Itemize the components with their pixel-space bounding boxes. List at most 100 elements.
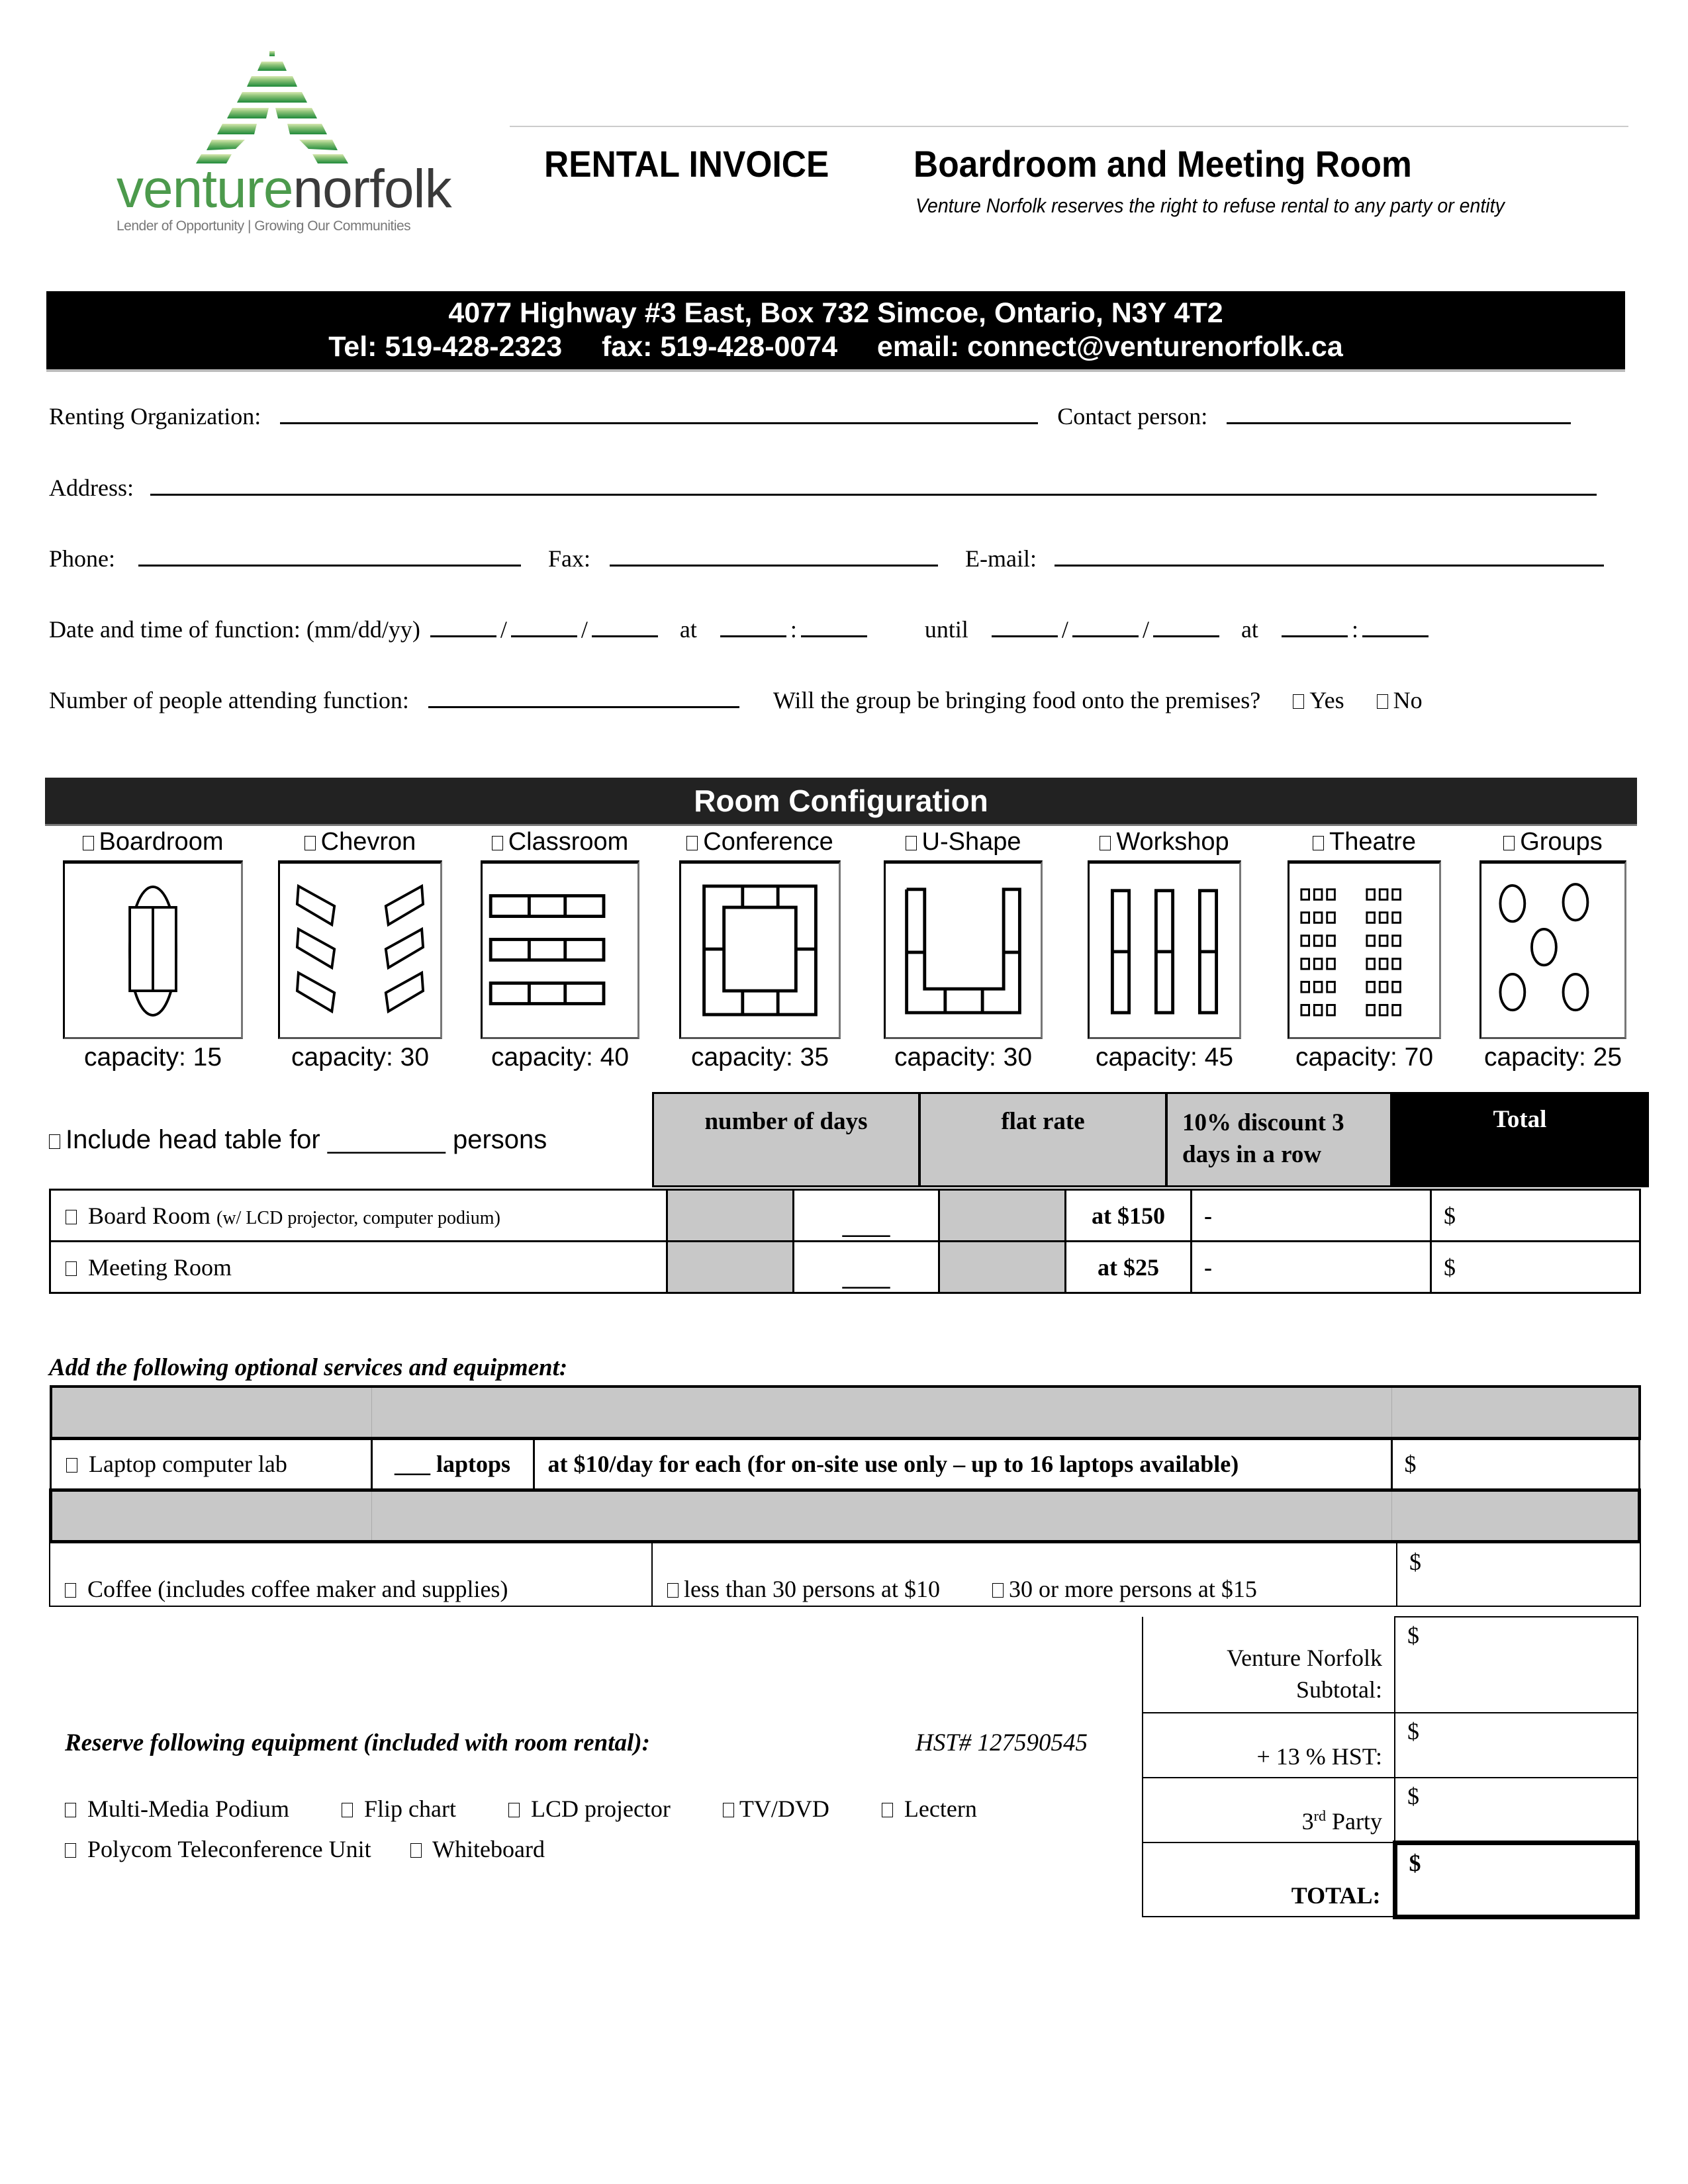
days-field[interactable]: ____: [792, 1240, 940, 1294]
rate-value: at $25: [1064, 1240, 1192, 1294]
end-minute-field[interactable]: [1362, 615, 1429, 637]
start-day-field[interactable]: [510, 615, 577, 637]
layout-option-theatre[interactable]: Theatre capacity: 70: [1288, 827, 1441, 1072]
theatre-seat-icon: [1326, 958, 1336, 970]
layout-option-workshop[interactable]: Workshop capacity: 45: [1088, 827, 1241, 1072]
start-year-field[interactable]: [591, 615, 658, 637]
equipment-checkbox[interactable]: [342, 1803, 353, 1817]
equipment-option[interactable]: Whiteboard: [410, 1836, 545, 1862]
email-field[interactable]: [1055, 545, 1604, 567]
equipment-checkbox[interactable]: [722, 1803, 734, 1817]
layout-capacity: capacity: 30: [291, 1043, 430, 1071]
food-yes-option[interactable]: Yes: [1293, 687, 1344, 713]
food-no-option[interactable]: No: [1376, 687, 1423, 713]
end-hour-field[interactable]: [1281, 615, 1348, 637]
coffee-small-checkbox[interactable]: [667, 1583, 679, 1598]
rental-table: Board Room (w/ LCD projector, computer p…: [49, 1189, 1641, 1294]
services-title: Add the following optional services and …: [49, 1354, 568, 1381]
fax-field[interactable]: [610, 545, 939, 567]
theatre-seat-icon: [1300, 958, 1311, 970]
layout-option-chevron[interactable]: Chevron capacity: 30: [278, 827, 442, 1072]
food-yes-checkbox[interactable]: [1293, 694, 1305, 709]
column-header-flat-rate: flat rate: [919, 1092, 1167, 1187]
attending-field[interactable]: [428, 686, 739, 708]
layout-label: Chevron: [320, 828, 416, 856]
end-year-field[interactable]: [1152, 615, 1219, 637]
layout-option-groups[interactable]: Groups capacity: 25: [1479, 827, 1626, 1072]
laptop-option[interactable]: Laptop computer lab: [50, 1436, 373, 1491]
layout-checkbox[interactable]: [1503, 836, 1515, 850]
address-field[interactable]: [150, 474, 1597, 496]
layout-capacity: capacity: 70: [1295, 1043, 1434, 1071]
head-table-option[interactable]: Include head table for ________ persons: [49, 1125, 547, 1155]
meeting-room-checkbox[interactable]: [66, 1261, 77, 1276]
layout-option-classroom[interactable]: Classroom capacity: 40: [481, 827, 639, 1072]
head-table-checkbox[interactable]: [49, 1134, 60, 1149]
equipment-option[interactable]: Flip chart: [342, 1796, 456, 1822]
phone-field[interactable]: [138, 545, 522, 567]
start-minute-field[interactable]: [800, 615, 867, 637]
laptop-total-field[interactable]: $: [1390, 1436, 1640, 1491]
row-total-field[interactable]: $: [1430, 1189, 1641, 1242]
board-room-checkbox[interactable]: [66, 1209, 77, 1224]
contact-address: 4077 Highway #3 East, Box 732 Simcoe, On…: [448, 297, 1223, 329]
contact-person-field[interactable]: [1227, 402, 1571, 424]
shaded-cell: [371, 1385, 1392, 1439]
equipment-checkbox[interactable]: [65, 1803, 76, 1817]
grand-total-field[interactable]: $: [1392, 1840, 1640, 1919]
laptop-row: Laptop computer lab ___ laptops at $10/d…: [50, 1436, 1640, 1491]
renting-org-field[interactable]: [280, 402, 1039, 424]
coffee-large-option[interactable]: 30 or more persons at $15: [992, 1576, 1257, 1602]
equipment-checkbox[interactable]: [410, 1843, 422, 1858]
theatre-seat-icon: [1391, 934, 1401, 947]
start-month-field[interactable]: [430, 615, 496, 637]
laptop-checkbox[interactable]: [66, 1458, 77, 1473]
shaded-cell: [1391, 1488, 1641, 1543]
layout-checkbox[interactable]: [1313, 836, 1325, 850]
start-hour-field[interactable]: [720, 615, 786, 637]
theatre-seat-icon: [1300, 911, 1311, 924]
subtotal-field[interactable]: $: [1394, 1616, 1638, 1713]
layout-checkbox[interactable]: [905, 836, 917, 850]
theatre-seat-icon: [1300, 934, 1311, 947]
layout-option-u-shape[interactable]: U-Shape capacity: 30: [884, 827, 1043, 1072]
coffee-large-checkbox[interactable]: [992, 1583, 1004, 1598]
layout-checkbox[interactable]: [82, 836, 94, 850]
coffee-total-field[interactable]: $: [1396, 1540, 1641, 1607]
end-at-label: at: [1241, 616, 1258, 643]
theatre-layout-icon: [1288, 860, 1441, 1039]
discount-value: -: [1190, 1189, 1432, 1242]
equipment-checkbox[interactable]: [508, 1803, 520, 1817]
coffee-checkbox[interactable]: [65, 1583, 76, 1598]
layout-checkbox[interactable]: [304, 836, 316, 850]
coffee-small-option[interactable]: less than 30 persons at $10: [667, 1576, 940, 1602]
layout-option-conference[interactable]: Conference capacity: 35: [679, 827, 841, 1072]
equipment-checkbox[interactable]: [65, 1843, 76, 1858]
equipment-option[interactable]: Multi-Media Podium: [65, 1796, 289, 1822]
laptop-qty-field[interactable]: ___ laptops: [370, 1436, 535, 1491]
equipment-option[interactable]: Lectern: [881, 1796, 977, 1822]
equipment-option[interactable]: TV/DVD: [722, 1796, 829, 1822]
rate-shaded: [938, 1189, 1066, 1242]
food-no-checkbox[interactable]: [1376, 694, 1388, 709]
end-month-field[interactable]: [991, 615, 1058, 637]
head-table-count-field[interactable]: ________: [328, 1125, 445, 1154]
third-party-field[interactable]: $: [1394, 1777, 1638, 1843]
equipment-option[interactable]: LCD projector: [508, 1796, 671, 1822]
equipment-label: LCD projector: [530, 1796, 671, 1822]
end-day-field[interactable]: [1072, 615, 1139, 637]
equipment-option[interactable]: Polycom Teleconference Unit: [65, 1836, 371, 1862]
theatre-seat-icon: [1313, 934, 1323, 947]
layout-checkbox[interactable]: [1100, 836, 1111, 850]
equipment-checkbox[interactable]: [881, 1803, 893, 1817]
rental-item[interactable]: Board Room (w/ LCD projector, computer p…: [49, 1189, 668, 1242]
theatre-seat-icon: [1366, 911, 1376, 924]
days-field[interactable]: ____: [792, 1189, 940, 1242]
layout-checkbox[interactable]: [686, 836, 698, 850]
coffee-option[interactable]: Coffee (includes coffee maker and suppli…: [49, 1540, 653, 1607]
row-total-field[interactable]: $: [1430, 1240, 1641, 1294]
hst-field[interactable]: $: [1394, 1712, 1638, 1778]
rental-item[interactable]: Meeting Room: [49, 1240, 668, 1294]
layout-option-boardroom[interactable]: Boardroom capacity: 15: [63, 827, 243, 1072]
layout-checkbox[interactable]: [491, 836, 503, 850]
